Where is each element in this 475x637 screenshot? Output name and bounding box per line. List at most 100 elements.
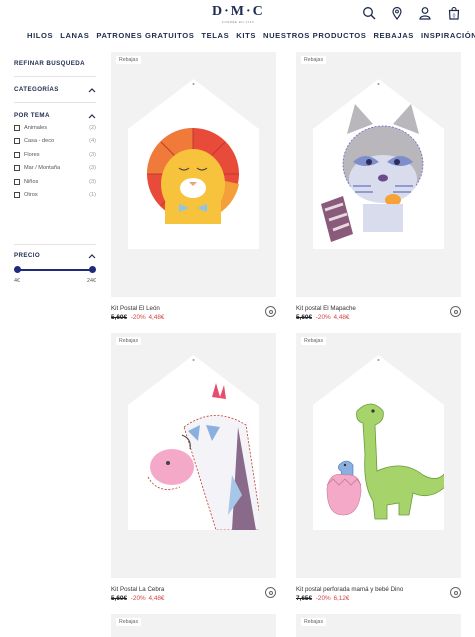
filter-count: (3) <box>89 151 96 158</box>
filter-label: Mar / Montaña <box>24 165 61 172</box>
product-image[interactable]: Rebajas <box>296 52 461 297</box>
divider <box>14 76 96 77</box>
filter-label: Niños <box>24 178 39 185</box>
discount-badge: -20% <box>315 314 331 321</box>
filter-item-ninos[interactable]: Niños (3) <box>14 175 96 189</box>
divider <box>14 102 96 103</box>
product-image[interactable]: Rebajas <box>296 333 461 578</box>
discount-badge: -20% <box>315 595 331 602</box>
product-price: 7,65€ -20% 6,12€ <box>296 595 461 602</box>
slider-max-handle[interactable] <box>89 266 96 273</box>
nav-item-telas[interactable]: TELAS <box>201 31 229 40</box>
old-price: 7,65€ <box>296 595 312 602</box>
filter-item-animales[interactable]: Animales (2) <box>14 121 96 135</box>
sale-price: 4,48€ <box>148 595 165 602</box>
slider-track <box>17 269 93 271</box>
raccoon-postcard-illustration <box>313 79 444 249</box>
nav-item-inspiracion[interactable]: INSPIRACIÓN <box>421 31 475 40</box>
product-card[interactable]: Rebajas Kit postal El Mapache 5,60€ -20%… <box>296 52 461 321</box>
price-toggle[interactable]: PRECIO <box>14 252 96 259</box>
nav-item-kits[interactable]: KITS <box>236 31 256 40</box>
product-image[interactable]: Rebajas <box>296 614 461 637</box>
sale-badge: Rebajas <box>116 618 142 626</box>
compare-icon[interactable] <box>265 306 276 317</box>
product-image[interactable]: Rebajas <box>111 333 276 578</box>
checkbox[interactable] <box>14 124 20 131</box>
product-card[interactable]: Rebajas Kit postal perforada mamá y bebé… <box>296 333 461 602</box>
location-icon[interactable] <box>390 6 404 20</box>
logo-subtitle: FONDÉE EN 1746 <box>221 20 254 24</box>
compare-icon[interactable] <box>450 306 461 317</box>
sale-badge: Rebajas <box>301 337 327 345</box>
filter-count: (1) <box>89 192 96 199</box>
slider-min-handle[interactable] <box>14 266 21 273</box>
product-image[interactable]: Rebajas <box>111 52 276 297</box>
price-title: PRECIO <box>14 252 41 259</box>
price-range-labels: 4€ 24€ <box>14 278 96 284</box>
theme-filter-list: Animales (2) Casa - deco (4) Flores (3) … <box>14 121 96 202</box>
filter-count: (4) <box>89 138 96 145</box>
filter-sidebar: REFINAR BUSQUEDA CATEGORÍAS POR TEMA Ani… <box>14 60 96 284</box>
checkbox[interactable] <box>14 178 20 185</box>
filter-count: (3) <box>89 165 96 172</box>
product-price: 5,60€ -20% 4,48€ <box>111 595 276 602</box>
sale-price: 4,48€ <box>148 314 165 321</box>
chevron-up-icon <box>88 87 96 92</box>
product-card[interactable]: Rebajas Kit Postal El León 5,60€ -20% 4,… <box>111 52 276 321</box>
cart-icon[interactable]: 0 <box>447 6 461 20</box>
chevron-up-icon <box>88 113 96 118</box>
categories-title: CATEGORÍAS <box>14 86 59 93</box>
old-price: 5,60€ <box>111 314 127 321</box>
logo-text: D·M·C <box>212 4 265 19</box>
product-name[interactable]: Kit postal El Mapache <box>296 305 461 312</box>
nav-item-rebajas[interactable]: REBAJAS <box>373 31 414 40</box>
product-name[interactable]: Kit postal perforada mamá y bebé Dino <box>296 586 461 593</box>
old-price: 5,60€ <box>111 595 127 602</box>
product-card[interactable]: Rebajas <box>111 614 276 637</box>
checkbox[interactable] <box>14 165 20 172</box>
checkbox[interactable] <box>14 138 20 145</box>
sale-badge: Rebajas <box>301 618 327 626</box>
product-name[interactable]: Kit Postal El León <box>111 305 276 312</box>
sale-price: 4,48€ <box>333 314 350 321</box>
theme-title: POR TEMA <box>14 112 50 119</box>
product-card[interactable]: Rebajas Kit Postal La Cebra 5,60€ -20% 4… <box>111 333 276 602</box>
product-name[interactable]: Kit Postal La Cebra <box>111 586 276 593</box>
filter-count: (3) <box>89 178 96 185</box>
nav-item-productos[interactable]: NUESTROS PRODUCTOS <box>263 31 366 40</box>
product-price: 5,60€ -20% 4,48€ <box>111 314 276 321</box>
cart-count: 0 <box>453 13 456 19</box>
sale-badge: Rebajas <box>301 56 327 64</box>
filter-item-otros[interactable]: Otros (1) <box>14 189 96 203</box>
nav-item-lanas[interactable]: LANAS <box>60 31 89 40</box>
filter-item-flores[interactable]: Flores (3) <box>14 148 96 162</box>
compare-icon[interactable] <box>450 587 461 598</box>
compare-icon[interactable] <box>265 587 276 598</box>
filter-label: Otros <box>24 192 38 199</box>
sale-badge: Rebajas <box>116 337 142 345</box>
product-price: 5,60€ -20% 4,48€ <box>296 314 461 321</box>
filter-count: (2) <box>89 124 96 131</box>
nav-item-patrones[interactable]: PATRONES GRATUITOS <box>96 31 194 40</box>
categories-toggle[interactable]: CATEGORÍAS <box>14 86 96 93</box>
user-icon[interactable] <box>418 6 432 20</box>
site-header: D·M·C FONDÉE EN 1746 0 HILOS LANAS PATRO… <box>0 0 475 48</box>
filter-label: Flores <box>24 151 40 158</box>
nav-item-hilos[interactable]: HILOS <box>27 31 53 40</box>
filter-label: Casa - deco <box>24 138 55 145</box>
theme-toggle[interactable]: POR TEMA <box>14 112 96 119</box>
price-slider[interactable] <box>14 264 96 276</box>
product-image[interactable]: Rebajas <box>111 614 276 637</box>
product-card[interactable]: Rebajas <box>296 614 461 637</box>
checkbox[interactable] <box>14 151 20 158</box>
filter-item-mar-montana[interactable]: Mar / Montaña (3) <box>14 162 96 176</box>
discount-badge: -20% <box>130 314 146 321</box>
checkbox[interactable] <box>14 192 20 199</box>
dmc-logo[interactable]: D·M·C FONDÉE EN 1746 <box>212 4 265 24</box>
discount-badge: -20% <box>130 595 146 602</box>
search-icon[interactable] <box>362 6 376 20</box>
sale-badge: Rebajas <box>116 56 142 64</box>
filter-item-casa-deco[interactable]: Casa - deco (4) <box>14 135 96 149</box>
zebra-postcard-illustration <box>128 355 259 530</box>
old-price: 5,60€ <box>296 314 312 321</box>
